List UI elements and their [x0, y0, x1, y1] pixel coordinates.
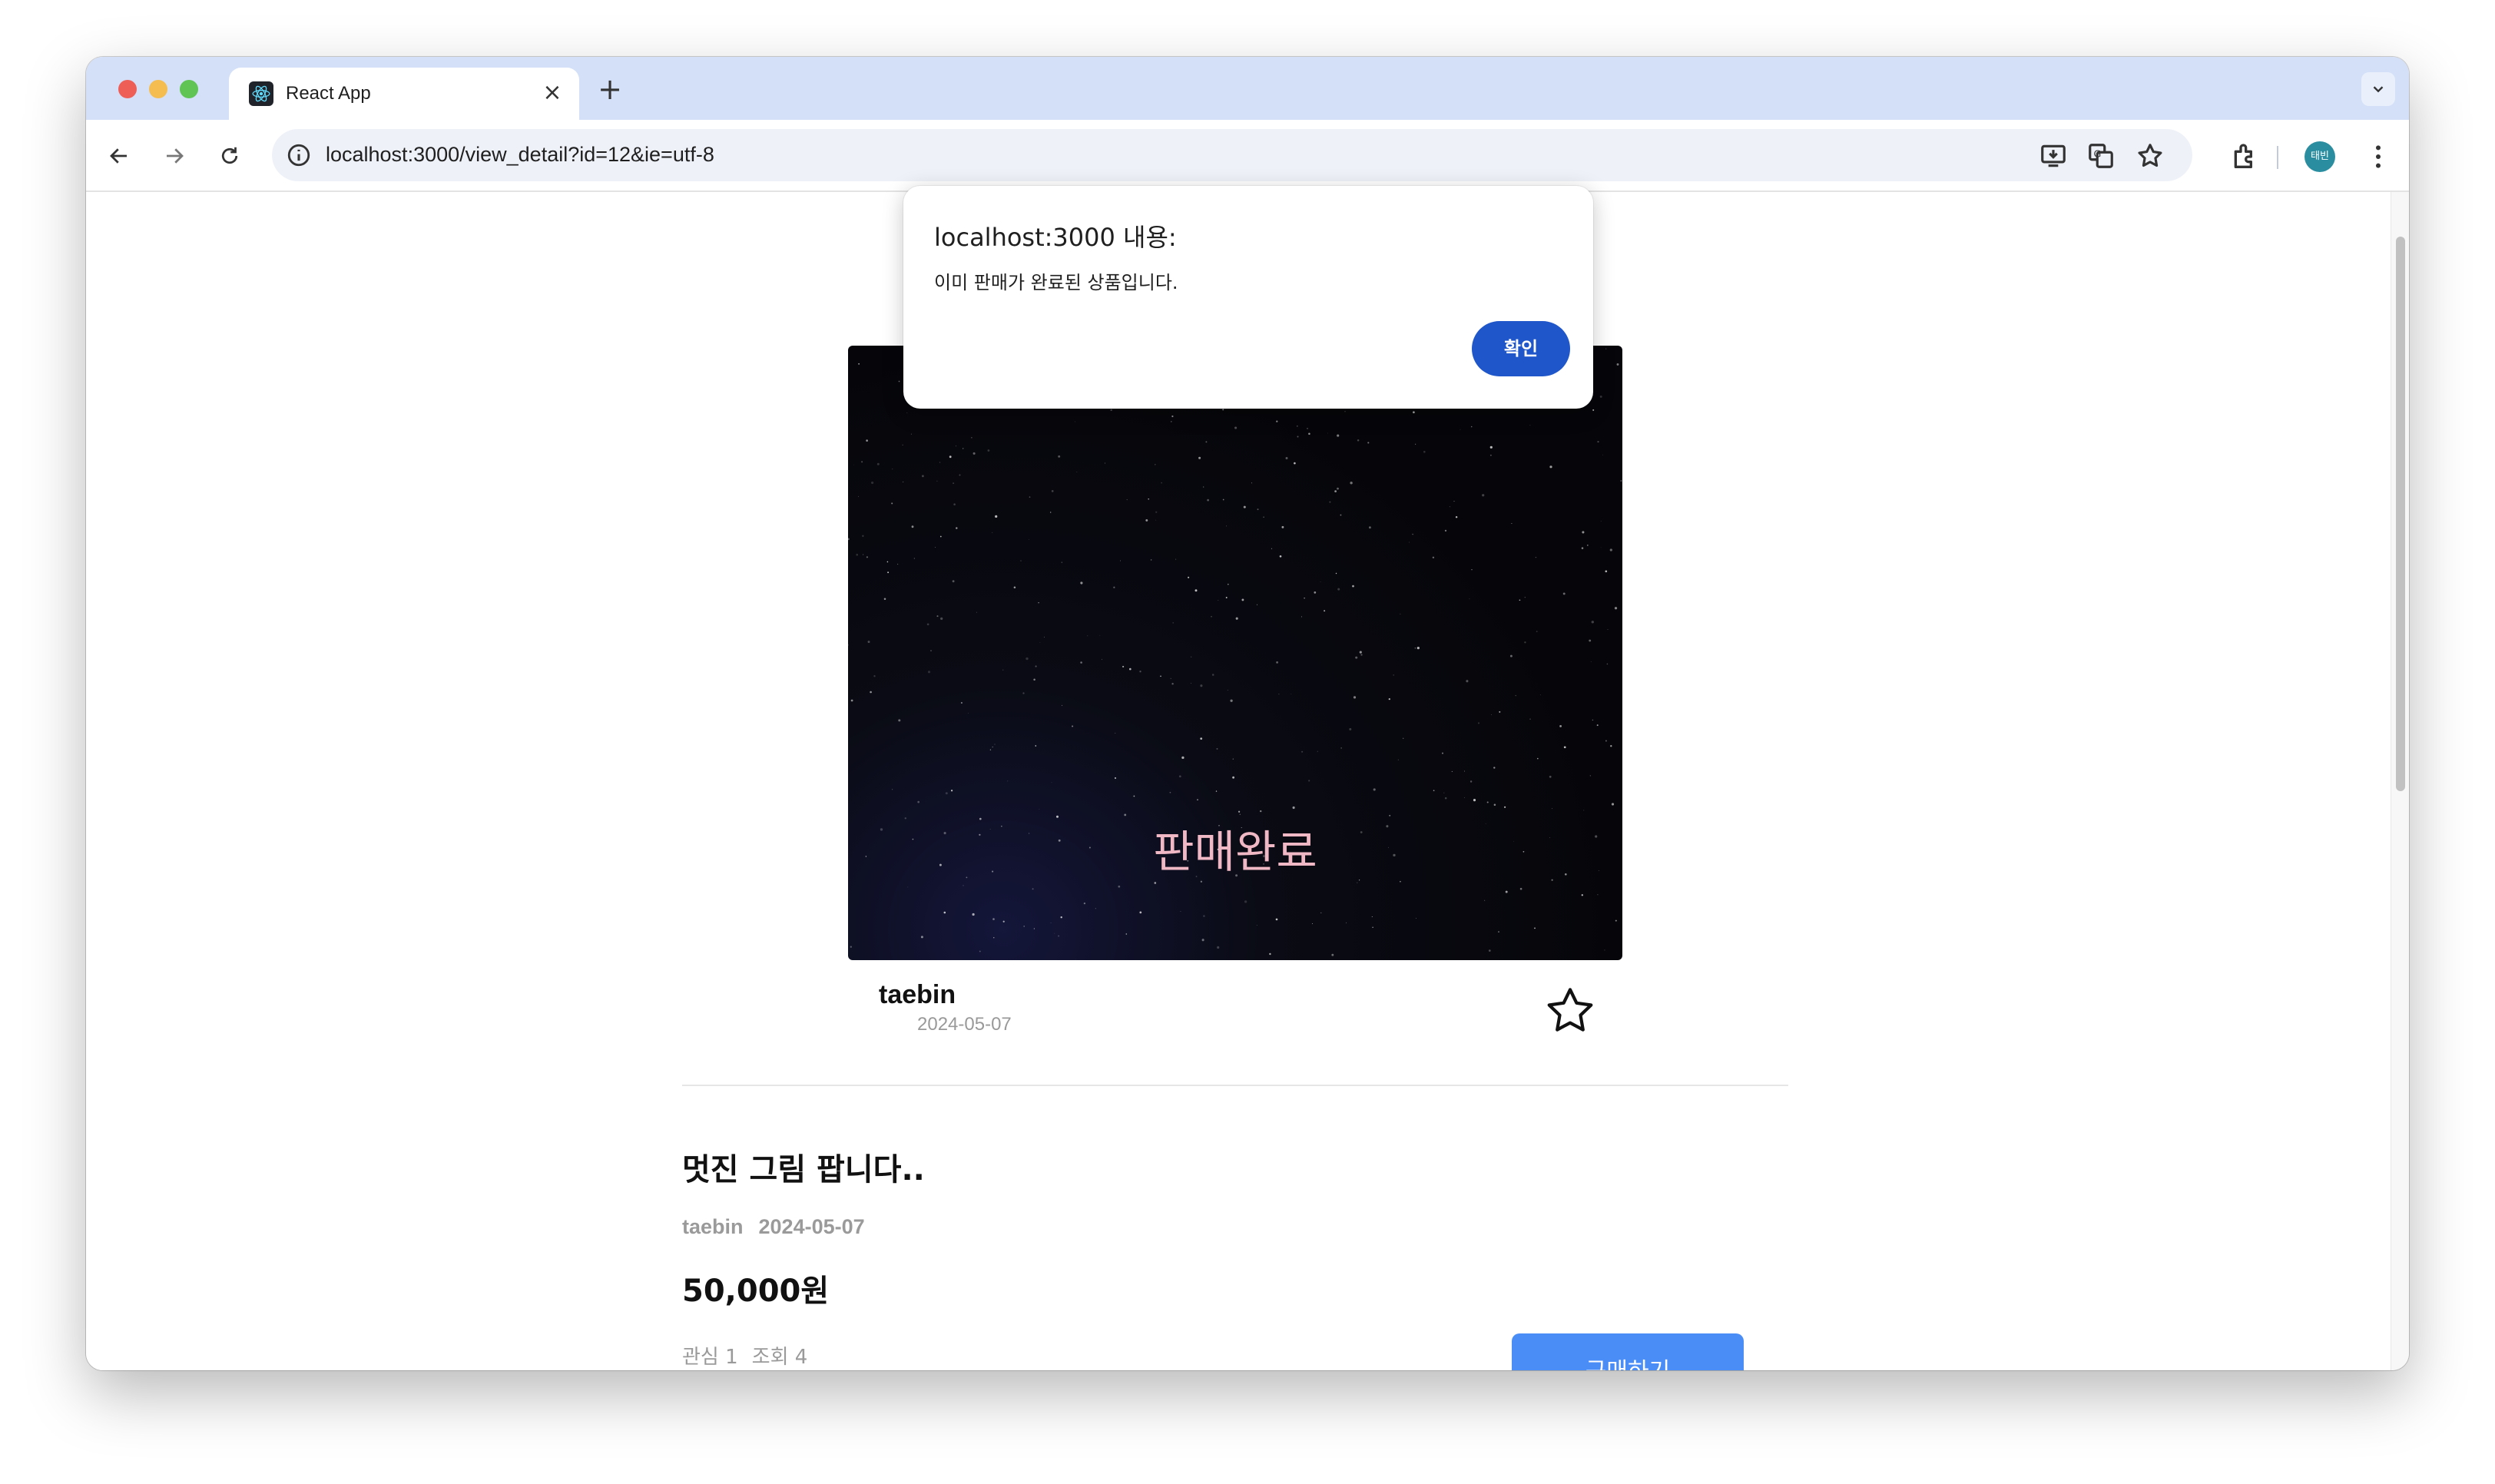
forward-arrow-icon [167, 148, 184, 164]
window-maximize-button[interactable] [180, 80, 198, 98]
tab-title: React App [286, 83, 371, 104]
likes-count: 관심 1 [682, 1346, 738, 1369]
views-count: 조회 4 [751, 1346, 808, 1369]
page-scrollbar[interactable] [2391, 192, 2409, 1370]
browser-window: React App × + localhost:3000/view_detail… [86, 57, 2409, 1370]
install-icon[interactable] [2039, 141, 2068, 171]
url-text[interactable]: localhost:3000/view_detail?id=12&ie=utf-… [326, 143, 714, 167]
kebab-menu-icon[interactable] [2363, 141, 2394, 172]
tab-search-button[interactable] [2361, 72, 2395, 106]
profile-avatar[interactable]: 태빈 [2304, 141, 2335, 172]
reload-icon [221, 147, 238, 164]
window-minimize-button[interactable] [149, 80, 167, 98]
forward-button[interactable] [157, 138, 192, 174]
scrollbar-thumb[interactable] [2396, 237, 2405, 791]
svg-text:G: G [2094, 148, 2102, 160]
react-favicon-icon [249, 81, 273, 106]
dialog-ok-button[interactable]: 확인 [1472, 321, 1570, 376]
seller-name: taebin [879, 980, 956, 1009]
seller-date: 2024-05-07 [917, 1014, 1012, 1035]
back-arrow-icon [110, 148, 127, 164]
browser-toolbar: localhost:3000/view_detail?id=12&ie=utf-… [86, 120, 2409, 192]
back-button[interactable] [101, 138, 137, 174]
post-price: 50,000원 [682, 1274, 830, 1309]
post-meta: taebin 2024-05-07 [682, 1215, 865, 1239]
tab-close-icon[interactable]: × [539, 80, 565, 106]
post-stats: 관심 1 조회 4 [682, 1341, 807, 1370]
product-image: 판매완료 [848, 346, 1622, 960]
toolbar-separator [2277, 146, 2278, 169]
post-date: 2024-05-07 [758, 1215, 865, 1238]
sold-out-label: 판매완료 [1153, 826, 1317, 878]
alert-dialog: localhost:3000 내용: 이미 판매가 완료된 상품입니다. 확인 [903, 186, 1593, 409]
new-tab-icon[interactable]: + [596, 75, 624, 104]
post-author: taebin [682, 1215, 744, 1238]
extensions-icon[interactable] [2229, 141, 2260, 172]
info-icon[interactable] [286, 142, 312, 168]
translate-icon[interactable]: G [2086, 141, 2116, 171]
bookmark-star-icon[interactable] [2135, 141, 2165, 171]
buy-button[interactable]: 구매하기 [1512, 1333, 1744, 1370]
window-close-button[interactable] [118, 80, 137, 98]
section-divider [682, 1085, 1788, 1086]
chevron-down-icon [2373, 86, 2384, 93]
dialog-message: 이미 판매가 완료된 상품입니다. [934, 272, 1178, 293]
reload-button[interactable] [212, 138, 247, 174]
tab-bar: React App × + [86, 57, 2409, 120]
post-title: 멋진 그림 팝니다.. [682, 1152, 925, 1188]
address-bar[interactable]: localhost:3000/view_detail?id=12&ie=utf-… [272, 129, 2192, 181]
dialog-title: localhost:3000 내용: [934, 223, 1177, 252]
browser-tab[interactable]: React App × [229, 68, 579, 120]
favorite-star-icon[interactable] [1542, 983, 1598, 1038]
